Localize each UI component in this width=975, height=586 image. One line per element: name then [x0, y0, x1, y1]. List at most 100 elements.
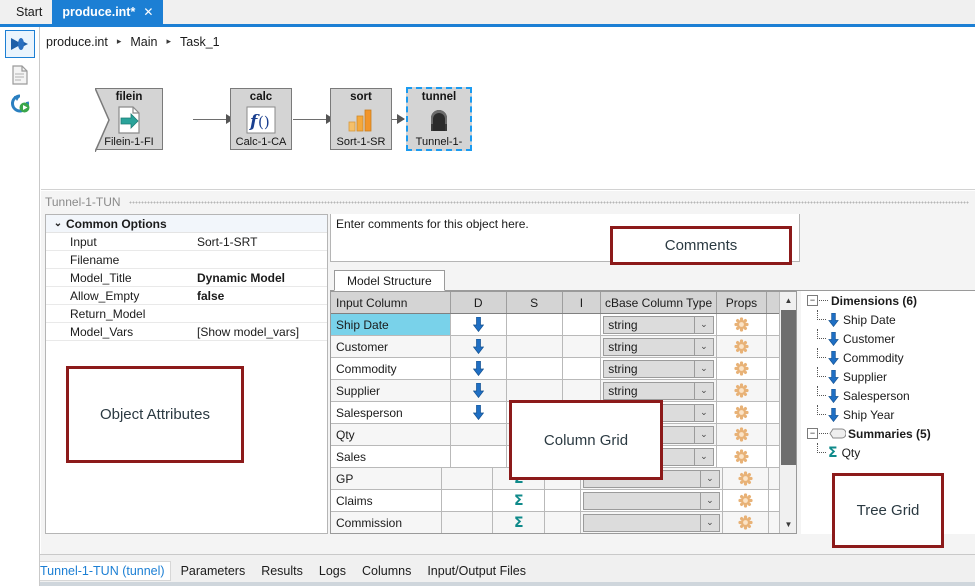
tree-group-dimensions[interactable]: − Dimensions (6)	[801, 291, 975, 310]
cbase-type-value[interactable]: string	[603, 316, 694, 334]
cbase-type-value[interactable]	[583, 492, 700, 510]
cell-cbase-type[interactable]: ⌄	[581, 512, 723, 533]
col-header-i[interactable]: I	[563, 292, 602, 313]
tab-columns[interactable]: Columns	[356, 561, 417, 581]
tree-item-customer[interactable]: Customer	[801, 329, 975, 348]
table-row[interactable]: Ship Date string ⌄	[331, 314, 796, 336]
cell-props[interactable]	[717, 358, 767, 379]
cbase-type-value[interactable]: string	[603, 338, 694, 356]
tab-model-structure[interactable]: Model Structure	[334, 270, 445, 291]
tree-item-qty[interactable]: Σ Qty	[801, 443, 975, 462]
cbase-type-value[interactable]: string	[603, 360, 694, 378]
tree-item-supplier[interactable]: Supplier	[801, 367, 975, 386]
chevron-down-icon[interactable]: ⌄	[694, 316, 714, 334]
cell-cbase-type[interactable]: string ⌄	[601, 336, 717, 357]
cell-props[interactable]	[723, 490, 769, 511]
cell-i-flag[interactable]	[545, 490, 581, 511]
cell-summary-flag[interactable]: Σ	[493, 490, 545, 511]
breadcrumb-item-main[interactable]: Main	[128, 35, 159, 49]
cell-props[interactable]	[717, 314, 767, 335]
scroll-up-icon[interactable]: ▲	[780, 292, 797, 309]
attr-value[interactable]: false	[194, 289, 327, 303]
col-header-props[interactable]: Props	[717, 292, 767, 313]
chevron-down-icon[interactable]: ⌄	[694, 426, 714, 444]
cell-dimension-flag[interactable]	[451, 402, 507, 423]
chevron-down-icon[interactable]: ⌄	[700, 470, 720, 488]
cell-cbase-type[interactable]: string ⌄	[601, 380, 717, 401]
tree-item-salesperson[interactable]: Salesperson	[801, 386, 975, 405]
cell-input-column[interactable]: Ship Date	[331, 314, 451, 335]
cell-props[interactable]	[717, 380, 767, 401]
tab-start[interactable]: Start	[6, 0, 52, 24]
cell-i-flag[interactable]	[563, 336, 602, 357]
cell-summary-flag[interactable]	[507, 336, 563, 357]
scroll-down-icon[interactable]: ▼	[780, 516, 797, 533]
cell-input-column[interactable]: Claims	[331, 490, 442, 511]
breadcrumb-item-task[interactable]: Task_1	[178, 35, 222, 49]
cell-cbase-type[interactable]: ⌄	[581, 490, 723, 511]
cell-props[interactable]	[723, 512, 769, 533]
chevron-down-icon[interactable]: ⌄	[700, 514, 720, 532]
col-header-cbase-column-type[interactable]: cBase Column Type	[601, 292, 717, 313]
cell-dimension-flag[interactable]	[451, 358, 507, 379]
cell-dimension-flag[interactable]	[442, 512, 494, 533]
attr-value[interactable]: Dynamic Model	[194, 271, 327, 285]
col-header-s[interactable]: S	[507, 292, 563, 313]
attr-row-input[interactable]: Input Sort-1-SRT	[46, 233, 327, 251]
attr-value[interactable]: Sort-1-SRT	[194, 235, 327, 249]
cell-i-flag[interactable]	[563, 358, 602, 379]
tab-parameters[interactable]: Parameters	[175, 561, 252, 581]
table-row[interactable]: Customer string ⌄	[331, 336, 796, 358]
tree-item-commodity[interactable]: Commodity	[801, 348, 975, 367]
cell-props[interactable]	[723, 468, 769, 489]
cell-dimension-flag[interactable]	[451, 380, 507, 401]
attr-row-allow-empty[interactable]: Allow_Empty false	[46, 287, 327, 305]
tree-group-summaries[interactable]: − Summaries (5)	[801, 424, 975, 443]
cell-input-column[interactable]: Customer	[331, 336, 451, 357]
cell-input-column[interactable]: Sales	[331, 446, 451, 467]
history-icon[interactable]	[5, 90, 35, 118]
flow-node-calc[interactable]: calc f () Calc-1-CA	[230, 88, 292, 150]
attr-value[interactable]: [Show model_vars]	[194, 325, 327, 339]
cell-summary-flag[interactable]	[507, 358, 563, 379]
flow-canvas[interactable]: filein Filein-1-FI calc f () Calc-1-CA s…	[41, 58, 975, 190]
cell-input-column[interactable]: Qty	[331, 424, 451, 445]
cell-i-flag[interactable]	[563, 314, 602, 335]
cell-summary-flag[interactable]: Σ	[493, 512, 545, 533]
chevron-down-icon[interactable]: ⌄	[50, 218, 66, 229]
cell-input-column[interactable]: Salesperson	[331, 402, 451, 423]
table-row[interactable]: Commission Σ ⌄	[331, 512, 796, 534]
chevron-down-icon[interactable]: ⌄	[694, 382, 714, 400]
cell-input-column[interactable]: Commodity	[331, 358, 451, 379]
flow-node-filein[interactable]: filein Filein-1-FI	[95, 88, 163, 150]
chevron-down-icon[interactable]: ⌄	[694, 448, 714, 466]
scrollbar-thumb[interactable]	[781, 310, 796, 465]
attr-row-filename[interactable]: Filename	[46, 251, 327, 269]
attr-group-common-options[interactable]: ⌄ Common Options	[46, 215, 327, 233]
table-row[interactable]: Claims Σ ⌄	[331, 490, 796, 512]
tree-item-ship-year[interactable]: Ship Year	[801, 405, 975, 424]
tree-item-ship-date[interactable]: Ship Date	[801, 310, 975, 329]
chevron-down-icon[interactable]: ⌄	[694, 338, 714, 356]
chevron-down-icon[interactable]: ⌄	[700, 492, 720, 510]
chevron-down-icon[interactable]: ⌄	[694, 404, 714, 422]
tab-produce-int[interactable]: produce.int* ✕	[52, 0, 163, 24]
cell-i-flag[interactable]	[563, 380, 602, 401]
cell-dimension-flag[interactable]	[451, 446, 507, 467]
cell-dimension-flag[interactable]	[442, 490, 494, 511]
flow-node-tunnel[interactable]: tunnel Tunnel-1-	[406, 87, 472, 151]
flow-node-sort[interactable]: sort Sort-1-SR	[330, 88, 392, 150]
chevron-down-icon[interactable]: ⌄	[694, 360, 714, 378]
tab-results[interactable]: Results	[255, 561, 309, 581]
close-icon[interactable]: ✕	[143, 5, 153, 19]
cell-cbase-type[interactable]: string ⌄	[601, 358, 717, 379]
cell-dimension-flag[interactable]	[442, 468, 494, 489]
cell-cbase-type[interactable]: string ⌄	[601, 314, 717, 335]
cell-props[interactable]	[717, 336, 767, 357]
cbase-type-value[interactable]	[583, 514, 700, 532]
cell-dimension-flag[interactable]	[451, 336, 507, 357]
cell-props[interactable]	[717, 446, 767, 467]
cell-props[interactable]	[717, 402, 767, 423]
breadcrumb-item-project[interactable]: produce.int	[44, 35, 110, 49]
document-icon[interactable]	[5, 61, 35, 89]
